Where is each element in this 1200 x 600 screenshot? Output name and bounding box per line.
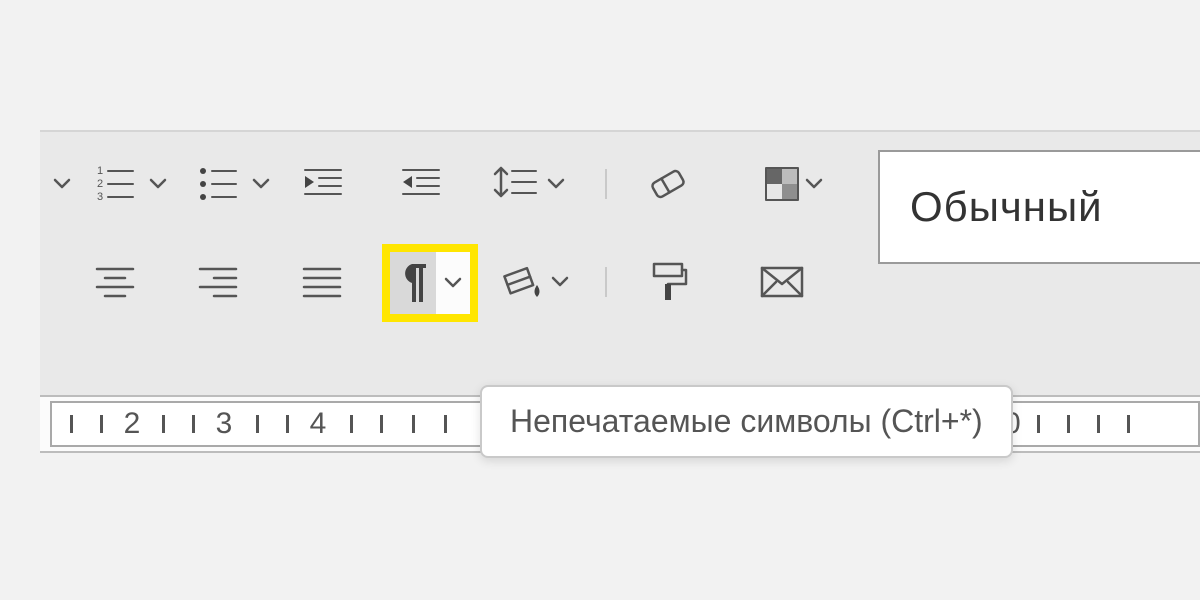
chevron-down-icon[interactable] xyxy=(436,252,470,314)
align-justify-button[interactable] xyxy=(292,252,352,312)
toolbar-separator xyxy=(605,267,607,297)
formatting-toolbar: 1 2 3 xyxy=(40,130,1200,397)
chevron-down-icon[interactable] xyxy=(800,154,828,214)
chevron-down-icon[interactable] xyxy=(247,154,275,214)
format-paintbrush-button[interactable] xyxy=(638,252,698,312)
tooltip-text: Непечатаемые символы (Ctrl+*) xyxy=(510,403,983,439)
fill-color-button[interactable] xyxy=(492,252,552,312)
nonprinting-characters-button[interactable] xyxy=(382,244,478,322)
align-center-button[interactable] xyxy=(85,252,145,312)
increase-indent-button[interactable] xyxy=(390,154,450,214)
svg-text:2: 2 xyxy=(97,178,103,190)
paragraph-style-label: Обычный xyxy=(910,183,1103,231)
ruler-number: 4 xyxy=(310,407,327,441)
svg-text:3: 3 xyxy=(97,191,103,203)
tooltip: Непечатаемые символы (Ctrl+*) xyxy=(480,385,1013,458)
ruler-number: 2 xyxy=(124,407,141,441)
line-spacing-button[interactable] xyxy=(484,154,544,214)
chevron-down-icon[interactable] xyxy=(48,154,76,214)
eraser-button[interactable] xyxy=(638,154,698,214)
pilcrow-icon xyxy=(390,252,436,314)
chevron-down-icon[interactable] xyxy=(144,154,172,214)
chevron-down-icon[interactable] xyxy=(546,252,574,312)
envelope-button[interactable] xyxy=(752,252,812,312)
decrease-indent-button[interactable] xyxy=(292,154,352,214)
numbered-list-button[interactable]: 1 2 3 xyxy=(85,154,145,214)
align-right-button[interactable] xyxy=(188,252,248,312)
bulleted-list-button[interactable] xyxy=(188,154,248,214)
svg-text:1: 1 xyxy=(97,165,103,177)
ruler-number: 3 xyxy=(216,407,233,441)
toolbar-row-2 xyxy=(40,252,1200,332)
chevron-down-icon[interactable] xyxy=(542,154,570,214)
toolbar-separator xyxy=(605,169,607,199)
paragraph-style-selector[interactable]: Обычный xyxy=(878,150,1200,264)
